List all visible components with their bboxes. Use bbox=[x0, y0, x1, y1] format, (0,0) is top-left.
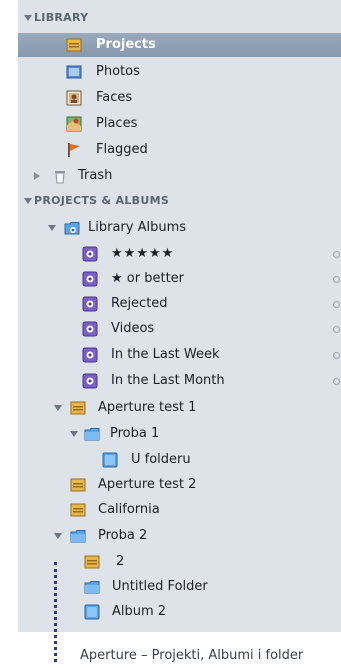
album-action-icon[interactable] bbox=[333, 276, 340, 283]
photos-icon bbox=[66, 64, 82, 80]
sidebar-item-album-2[interactable]: Album 2 bbox=[18, 600, 341, 624]
smart-album-icon bbox=[82, 246, 98, 262]
figure-caption: Aperture – Projekti, Albumi i folder bbox=[80, 648, 304, 663]
projects-albums-header-label: PROJECTS & ALBUMS bbox=[34, 194, 170, 207]
sidebar-item-label: Trash bbox=[78, 168, 113, 183]
trash-icon bbox=[52, 168, 68, 184]
disclosure-triangle-icon[interactable] bbox=[48, 225, 56, 231]
sidebar-item-label: Places bbox=[96, 116, 138, 131]
project-icon bbox=[70, 502, 86, 518]
sidebar-item-label: California bbox=[98, 502, 160, 517]
sidebar-item-aperture-test-1[interactable]: Aperture test 1 bbox=[18, 396, 341, 420]
sidebar-item-label: Library Albums bbox=[88, 220, 187, 235]
project-icon bbox=[70, 400, 86, 416]
flag-icon bbox=[66, 142, 82, 158]
album-action-icon[interactable] bbox=[333, 251, 340, 258]
album-icon bbox=[84, 604, 100, 620]
sidebar-item-untitled-folder[interactable]: Untitled Folder bbox=[18, 575, 341, 599]
project-icon bbox=[70, 477, 86, 493]
album-action-icon[interactable] bbox=[333, 301, 340, 308]
page: LIBRARY Projects Photos Faces Places Fla… bbox=[0, 0, 341, 670]
sidebar-item-projects[interactable]: Projects bbox=[18, 33, 341, 57]
album-action-icon[interactable] bbox=[333, 352, 340, 359]
sidebar-item-label: Aperture test 2 bbox=[98, 477, 197, 492]
sidebar-item-library-albums[interactable]: Library Albums bbox=[18, 216, 341, 240]
sidebar-item-photos[interactable]: Photos bbox=[18, 60, 341, 84]
sidebar-item-label: Untitled Folder bbox=[112, 579, 208, 594]
sidebar-item-label: ★★★★★ bbox=[111, 246, 175, 261]
smart-album-videos[interactable]: Videos bbox=[18, 317, 341, 341]
sidebar-item-faces[interactable]: Faces bbox=[18, 86, 341, 110]
faces-icon bbox=[66, 90, 82, 106]
sidebar-item-label: ★ or better bbox=[111, 271, 185, 286]
smart-album-last-week[interactable]: In the Last Week bbox=[18, 343, 341, 367]
album-action-icon[interactable] bbox=[333, 326, 340, 333]
smart-album-rejected[interactable]: Rejected bbox=[18, 292, 341, 316]
folder-icon bbox=[70, 528, 86, 544]
sidebar-item-label: Album 2 bbox=[112, 604, 167, 619]
sidebar-item-label: Projects bbox=[96, 37, 156, 52]
library-sidebar: LIBRARY Projects Photos Faces Places Fla… bbox=[18, 0, 341, 632]
smart-album-five-stars[interactable]: ★★★★★ bbox=[18, 242, 341, 266]
sidebar-item-places[interactable]: Places bbox=[18, 112, 341, 136]
disclosure-triangle-icon[interactable] bbox=[24, 15, 32, 21]
sidebar-item-proba-1[interactable]: Proba 1 bbox=[18, 422, 341, 446]
smart-album-one-star-or-better[interactable]: ★ or better bbox=[18, 267, 341, 291]
disclosure-triangle-icon[interactable] bbox=[70, 431, 78, 437]
sidebar-item-label: Flagged bbox=[96, 142, 148, 157]
sidebar-item-label: Photos bbox=[96, 64, 140, 79]
sidebar-item-u-folderu[interactable]: U folderu bbox=[18, 448, 341, 472]
sidebar-item-trash[interactable]: Trash bbox=[18, 164, 341, 188]
smart-album-icon bbox=[82, 373, 98, 389]
project-icon bbox=[84, 554, 100, 570]
sidebar-item-label: Faces bbox=[96, 90, 133, 105]
smart-album-last-month[interactable]: In the Last Month bbox=[18, 369, 341, 393]
album-icon bbox=[102, 452, 118, 468]
sidebar-item-aperture-test-2[interactable]: Aperture test 2 bbox=[18, 473, 341, 497]
sidebar-item-label: 2 bbox=[116, 554, 125, 569]
places-icon bbox=[66, 116, 82, 132]
smart-album-icon bbox=[82, 347, 98, 363]
sidebar-item-2[interactable]: 2 bbox=[18, 550, 341, 574]
projects-albums-section-header[interactable]: PROJECTS & ALBUMS bbox=[18, 189, 341, 213]
sidebar-item-proba-2[interactable]: Proba 2 bbox=[18, 524, 341, 548]
sidebar-item-california[interactable]: California bbox=[18, 498, 341, 522]
library-header-label: LIBRARY bbox=[34, 11, 89, 24]
disclosure-triangle-icon[interactable] bbox=[34, 172, 40, 180]
library-albums-folder-icon bbox=[64, 220, 80, 236]
sidebar-item-label: U folderu bbox=[131, 452, 191, 467]
disclosure-triangle-icon[interactable] bbox=[54, 405, 62, 411]
sidebar-item-label: Videos bbox=[111, 321, 155, 336]
sidebar-item-label: Rejected bbox=[111, 296, 168, 311]
smart-album-icon bbox=[82, 271, 98, 287]
smart-album-icon bbox=[82, 321, 98, 337]
folder-icon bbox=[84, 426, 100, 442]
album-action-icon[interactable] bbox=[333, 378, 340, 385]
disclosure-triangle-icon[interactable] bbox=[24, 198, 32, 204]
sidebar-item-label: Proba 1 bbox=[110, 426, 160, 441]
disclosure-triangle-icon[interactable] bbox=[54, 533, 62, 539]
library-section-header[interactable]: LIBRARY bbox=[18, 6, 341, 30]
sidebar-item-label: Proba 2 bbox=[98, 528, 148, 543]
sidebar-item-label: In the Last Month bbox=[111, 373, 225, 388]
projects-icon bbox=[66, 37, 82, 53]
smart-album-icon bbox=[82, 296, 98, 312]
folder-icon bbox=[84, 579, 100, 595]
sidebar-item-label: In the Last Week bbox=[111, 347, 220, 362]
sidebar-item-label: Aperture test 1 bbox=[98, 400, 197, 415]
callout-dotted-line bbox=[54, 562, 57, 662]
sidebar-item-flagged[interactable]: Flagged bbox=[18, 138, 341, 162]
